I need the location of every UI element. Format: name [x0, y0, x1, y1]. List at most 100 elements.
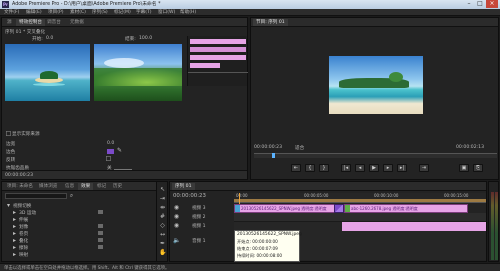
mark-out-button[interactable]: }: [319, 164, 329, 172]
eye-icon[interactable]: ◉: [173, 213, 180, 220]
program-monitor-panel: 节目: 序列 01 00:00:00:23 适合 00:00:02:13 ⇤ {…: [250, 17, 499, 180]
video1-track[interactable]: [234, 213, 486, 222]
tab-metadata[interactable]: 元数据: [67, 19, 87, 26]
tab-program[interactable]: 节目: 序列 01: [253, 19, 288, 26]
start-value[interactable]: 0.0: [46, 36, 53, 41]
safe-margins-button[interactable]: ▣: [459, 164, 469, 172]
go-to-in-button[interactable]: ⇤: [291, 164, 301, 172]
transition-marker[interactable]: [334, 204, 344, 213]
rolling-edit-tool-icon[interactable]: #: [159, 213, 166, 220]
effect-mini-timeline[interactable]: [187, 36, 248, 86]
ruler-label: 00:00:10:00: [374, 193, 399, 198]
mark-in-button[interactable]: {: [305, 164, 315, 172]
accelerated-effect-icon: [98, 224, 103, 228]
hand-tool-icon[interactable]: ✋: [159, 249, 166, 256]
end-label: 结束:: [125, 37, 136, 42]
menu-project[interactable]: 项目(P): [48, 9, 64, 16]
menu-marker[interactable]: 标记(M): [114, 9, 131, 16]
eye-icon[interactable]: ◉: [173, 222, 180, 229]
audio-clip-placeholder[interactable]: [342, 222, 486, 231]
end-value[interactable]: 100.0: [139, 36, 152, 41]
menu-file[interactable]: 文件(F): [4, 9, 19, 16]
timeline-timecode[interactable]: 00:00:00:23: [173, 193, 206, 199]
slip-tool-icon[interactable]: ↔: [159, 231, 166, 238]
timeline-clip[interactable]: abc-1260.2678.jpeg 透明度:透明度: [344, 204, 468, 213]
clip-thumbnail: [235, 205, 240, 212]
selection-tool-icon[interactable]: ↖: [159, 186, 166, 193]
timeline-ruler[interactable]: 00:00 00:00:05:00 00:00:10:00 00:00:15:0…: [234, 193, 486, 203]
program-timecode-duration: 00:00:02:13: [456, 145, 485, 150]
effect-controls-tabbar: 源 特效控制台 调音台 元数据: [2, 18, 247, 27]
app-icon: Pr: [2, 1, 9, 8]
program-timecode-current[interactable]: 00:00:00:23: [254, 145, 282, 150]
pen-tool-icon[interactable]: ✒: [159, 240, 166, 247]
accelerated-effect-icon: [98, 231, 103, 235]
window-title: Adobe Premiere Pro - D:\用户\桌面\Adobe Prem…: [12, 2, 161, 7]
track-label-video1: 视频 1: [192, 224, 206, 229]
accelerated-effect-icon: [98, 238, 103, 242]
razor-tool-icon[interactable]: ◇: [159, 222, 166, 229]
tooltip-line: 结束点: 00:00:07:09: [237, 246, 278, 251]
status-bar: 单击以选择或单击在空白处并拖动以框选择。用 Shift、Alt 和 Ctrl 键…: [0, 263, 500, 271]
track-select-tool-icon[interactable]: ⇥: [159, 195, 166, 202]
tab-audio-mixer[interactable]: 调音台: [44, 19, 64, 26]
tab-effects[interactable]: 效果: [78, 183, 94, 190]
menu-title[interactable]: 字幕(T): [136, 9, 152, 16]
tooltip-line: 开始点: 00:00:00:00: [237, 239, 278, 244]
effect-timecode[interactable]: 00:00:00:23: [5, 173, 33, 178]
forward-button[interactable]: ▸: [383, 164, 393, 172]
menu-sequence[interactable]: 序列(S): [92, 9, 108, 16]
accelerated-effect-icon: [98, 245, 103, 249]
work-area-bar[interactable]: [234, 199, 486, 202]
menu-window[interactable]: 窗口(W): [158, 9, 175, 16]
title-bar: Pr Adobe Premiere Pro - D:\用户\桌面\Adobe P…: [0, 0, 500, 9]
tree-item[interactable]: 3D 运动: [19, 210, 36, 216]
folder-iris-icon: ▸: [12, 223, 16, 230]
track-label-video2: 视频 2: [192, 215, 206, 220]
program-transport-bar: ⇤ { } |◂ ◂ ▶ ▸ ▸| ⇥ ▣ ⎘: [291, 163, 496, 173]
tab-effect-controls[interactable]: 特效控制台: [16, 19, 45, 26]
prop-reverse-label: 反转: [6, 158, 16, 163]
border-color-swatch[interactable]: [107, 149, 114, 154]
tree-item[interactable]: 卷页: [19, 231, 28, 237]
tab-history[interactable]: 历史: [110, 183, 125, 190]
accelerated-effect-icon: [98, 210, 103, 214]
menu-edit[interactable]: 编辑(E): [26, 9, 42, 16]
eye-icon[interactable]: ◉: [173, 204, 180, 211]
program-scrubber[interactable]: [254, 153, 497, 158]
tab-media-browser[interactable]: 媒体浏览: [36, 183, 60, 190]
tab-sequence-01[interactable]: 序列 01: [172, 183, 195, 190]
eyedropper-icon[interactable]: ✎: [116, 147, 123, 154]
tree-item[interactable]: 映射: [19, 252, 28, 258]
tab-info[interactable]: 信息: [62, 183, 77, 190]
timeline-clip[interactable]: 20130526145622_SPNW.jpeg 透明度:透明度: [234, 204, 339, 213]
program-fit-dropdown[interactable]: 适合: [295, 145, 304, 151]
go-to-out-button[interactable]: ⇥: [419, 164, 429, 172]
step-forward-button[interactable]: ▸|: [397, 164, 407, 172]
minimize-button[interactable]: –: [464, 0, 474, 8]
export-frame-button[interactable]: ⎘: [473, 164, 483, 172]
tree-item[interactable]: 伸展: [19, 217, 28, 223]
tab-markers[interactable]: 标记: [94, 183, 109, 190]
close-button[interactable]: ×: [486, 0, 498, 8]
play-button[interactable]: ▶: [369, 164, 379, 172]
speaker-icon[interactable]: 🔈: [173, 237, 180, 244]
playhead-marker[interactable]: [272, 153, 275, 158]
tab-source[interactable]: 源: [4, 19, 15, 26]
menu-help[interactable]: 帮助(H): [180, 9, 196, 16]
menu-clip[interactable]: 素材(C): [70, 9, 86, 16]
rewind-button[interactable]: ◂: [355, 164, 365, 172]
tree-item[interactable]: 划像: [19, 224, 28, 230]
effects-search-input[interactable]: [5, 193, 67, 199]
tab-project[interactable]: 项目: 未命名: [4, 183, 36, 190]
ripple-edit-tool-icon[interactable]: ⇹: [159, 204, 166, 211]
tools-panel: ↖ ⇥ ⇹ # ◇ ↔ ✒ ✋: [156, 181, 168, 262]
tree-item[interactable]: 叠化: [19, 238, 28, 244]
checkbox-icon[interactable]: □: [5, 130, 12, 137]
maximize-button[interactable]: □: [475, 0, 485, 8]
tree-item[interactable]: 擦除: [19, 245, 28, 251]
folder-dissolve-icon: ▸: [12, 237, 16, 244]
reverse-checkbox-icon[interactable]: □: [105, 155, 112, 162]
step-back-button[interactable]: |◂: [341, 164, 351, 172]
prop-border-width-value[interactable]: 0.0: [107, 141, 114, 146]
